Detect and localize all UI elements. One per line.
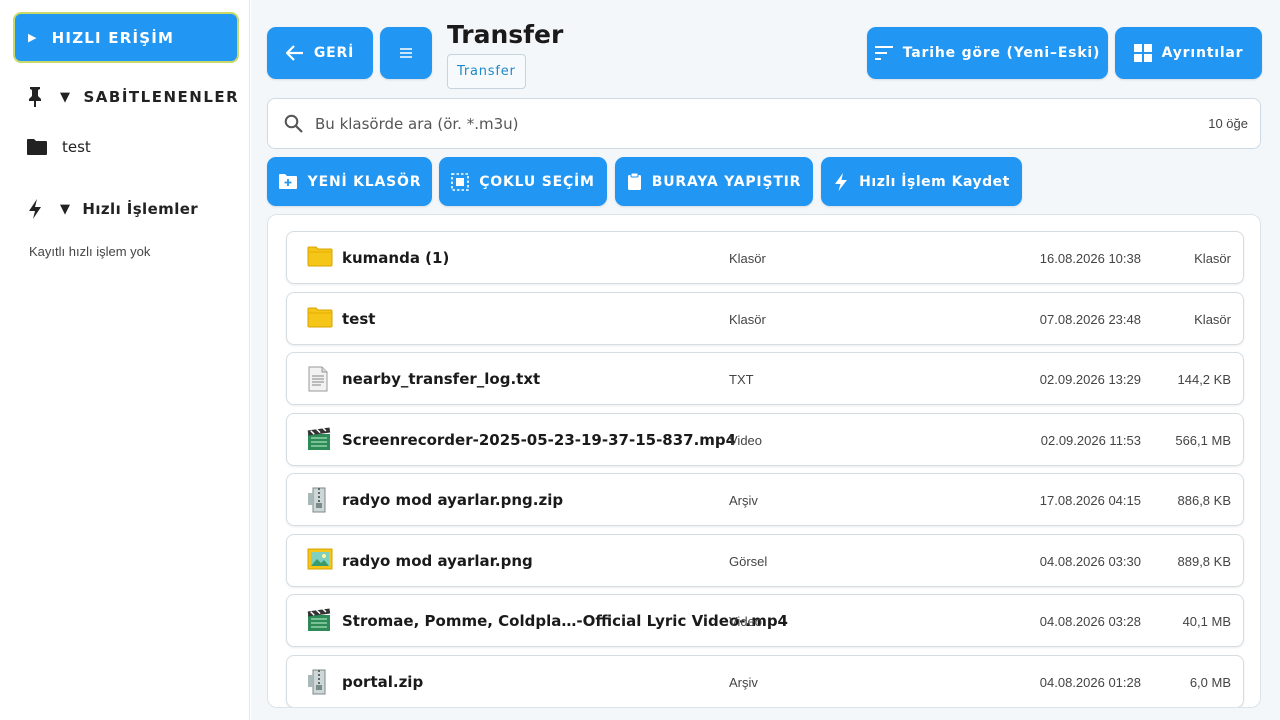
file-row[interactable]: Stromae, Pomme, Coldpla…-Official Lyric … <box>286 594 1244 647</box>
paste-here-label: BURAYA YAPIŞTIR <box>651 173 802 190</box>
file-size: 6,0 MB <box>1189 674 1231 690</box>
grid-icon <box>1133 44 1152 62</box>
folder-icon <box>307 245 333 272</box>
file-date: 02.09.2026 13:29 <box>1039 372 1141 387</box>
file-name: portal.zip <box>342 672 424 691</box>
file-row[interactable]: portal.zip Arşiv 04.08.2026 01:28 6,0 MB <box>286 654 1244 707</box>
breadcrumb[interactable]: Transfer <box>447 54 526 89</box>
hamburger-icon <box>400 48 412 58</box>
pinned-section-toggle[interactable]: ▼ SABİTLENENLER <box>26 86 239 108</box>
file-date: 16.08.2026 10:38 <box>1039 251 1141 266</box>
select-all-icon <box>451 172 470 191</box>
collapse-arrow-icon: ▼ <box>60 201 71 217</box>
file-date: 17.08.2026 04:15 <box>1039 493 1141 508</box>
file-type: Klasör <box>729 311 766 327</box>
image-file-icon <box>307 548 333 575</box>
file-date: 04.08.2026 01:28 <box>1039 674 1141 690</box>
file-size: 886,8 KB <box>1177 493 1232 508</box>
file-size: 40,1 MB <box>1182 614 1231 629</box>
file-type: TXT <box>729 372 754 387</box>
archive-file-icon <box>307 669 331 700</box>
sort-label: Tarihe göre (Yeni–Eski) <box>902 45 1101 61</box>
save-quick-op-label: Hızlı İşlem Kaydet <box>859 173 1010 190</box>
page-title: Transfer <box>447 20 564 49</box>
search-box[interactable]: 10 öğe <box>267 98 1261 149</box>
quick-access-label: HIZLI ERİŞİM <box>51 28 175 47</box>
sidebar: ▶ HIZLI ERİŞİM ▼ SABİTLENENLER test ▼ Hı… <box>0 0 250 720</box>
file-name: radyo mod ayarlar.png.zip <box>342 491 564 509</box>
file-name: kumanda (1) <box>342 249 450 267</box>
file-row[interactable]: nearby_transfer_log.txt TXT 02.09.2026 1… <box>286 352 1244 405</box>
search-input[interactable] <box>315 114 1209 133</box>
multi-select-button[interactable]: ÇOKLU SEÇİM <box>439 157 607 206</box>
file-size: 889,8 KB <box>1177 553 1232 569</box>
back-button[interactable]: GERİ <box>267 27 373 79</box>
file-type: Video <box>729 432 763 448</box>
file-row[interactable]: test Klasör 07.08.2026 23:48 Klasör <box>286 291 1244 345</box>
file-size: 566,1 MB <box>1175 432 1231 448</box>
text-file-icon <box>307 366 329 397</box>
sort-button[interactable]: Tarihe göre (Yeni–Eski) <box>867 27 1108 79</box>
pin-icon <box>29 87 41 107</box>
arrow-left-icon <box>285 45 303 61</box>
quick-ops-label: Hızlı İşlemler <box>82 200 199 218</box>
file-size: 144,2 KB <box>1177 372 1232 387</box>
quick-ops-section-toggle[interactable]: ▼ Hızlı İşlemler <box>26 198 198 220</box>
sort-icon <box>874 46 893 60</box>
clipboard-icon <box>627 172 641 190</box>
item-count: 10 öğe <box>1208 116 1248 131</box>
file-name: test <box>342 309 376 328</box>
file-list: kumanda (1) Klasör 16.08.2026 10:38 Klas… <box>267 214 1261 708</box>
search-icon <box>284 114 303 133</box>
file-name: nearby_transfer_log.txt <box>342 370 541 388</box>
file-size: Klasör <box>1194 311 1231 327</box>
video-file-icon <box>307 607 331 637</box>
file-row[interactable]: radyo mod ayarlar.png.zip Arşiv 17.08.20… <box>286 473 1244 526</box>
file-type: Arşiv <box>729 493 758 508</box>
new-folder-button[interactable]: YENİ KLASÖR <box>267 157 432 206</box>
file-type: Arşiv <box>729 674 758 690</box>
file-date: 04.08.2026 03:30 <box>1039 553 1141 569</box>
lightning-icon <box>835 172 848 191</box>
sidebar-item-label: test <box>62 138 91 156</box>
pinned-label: SABİTLENENLER <box>83 88 240 106</box>
details-label: Ayrıntılar <box>1161 45 1244 61</box>
folder-icon <box>307 306 333 333</box>
file-date: 04.08.2026 03:28 <box>1039 614 1141 629</box>
details-button[interactable]: Ayrıntılar <box>1115 27 1262 79</box>
file-type: Video <box>729 614 763 629</box>
folder-icon <box>27 139 47 155</box>
new-folder-icon <box>278 174 297 189</box>
file-date: 07.08.2026 23:48 <box>1039 311 1141 327</box>
video-file-icon <box>307 426 331 456</box>
file-name: Stromae, Pomme, Coldpla…-Official Lyric … <box>342 612 788 630</box>
paste-here-button[interactable]: BURAYA YAPIŞTIR <box>615 157 813 206</box>
file-date: 02.09.2026 11:53 <box>1040 432 1141 448</box>
lightning-icon <box>29 199 41 219</box>
save-quick-op-button[interactable]: Hızlı İşlem Kaydet <box>821 157 1022 206</box>
main-panel: GERİ Transfer Transfer Tarihe göre (Yeni… <box>251 0 1280 720</box>
menu-button[interactable] <box>380 27 432 79</box>
collapse-arrow-icon: ▼ <box>60 89 72 105</box>
archive-file-icon <box>307 487 331 518</box>
new-folder-label: YENİ KLASÖR <box>307 173 422 190</box>
file-row[interactable]: Screenrecorder-2025-05-23-19-37-15-837.m… <box>286 412 1244 466</box>
file-size: Klasör <box>1194 251 1231 266</box>
file-name: Screenrecorder-2025-05-23-19-37-15-837.m… <box>342 430 737 449</box>
quick-access-button[interactable]: ▶ HIZLI ERİŞİM <box>13 12 239 63</box>
multi-select-label: ÇOKLU SEÇİM <box>479 173 595 190</box>
quick-ops-empty-text: Kayıtlı hızlı işlem yok <box>29 244 151 259</box>
file-row[interactable]: kumanda (1) Klasör 16.08.2026 10:38 Klas… <box>286 231 1244 284</box>
sidebar-item-test[interactable]: test <box>26 138 91 156</box>
file-row[interactable]: radyo mod ayarlar.png Görsel 04.08.2026 … <box>286 533 1244 587</box>
file-name: radyo mod ayarlar.png <box>342 551 533 570</box>
file-type: Görsel <box>729 553 768 569</box>
file-type: Klasör <box>729 251 766 266</box>
expand-arrow-icon: ▶ <box>28 31 38 44</box>
back-label: GERİ <box>313 45 355 61</box>
